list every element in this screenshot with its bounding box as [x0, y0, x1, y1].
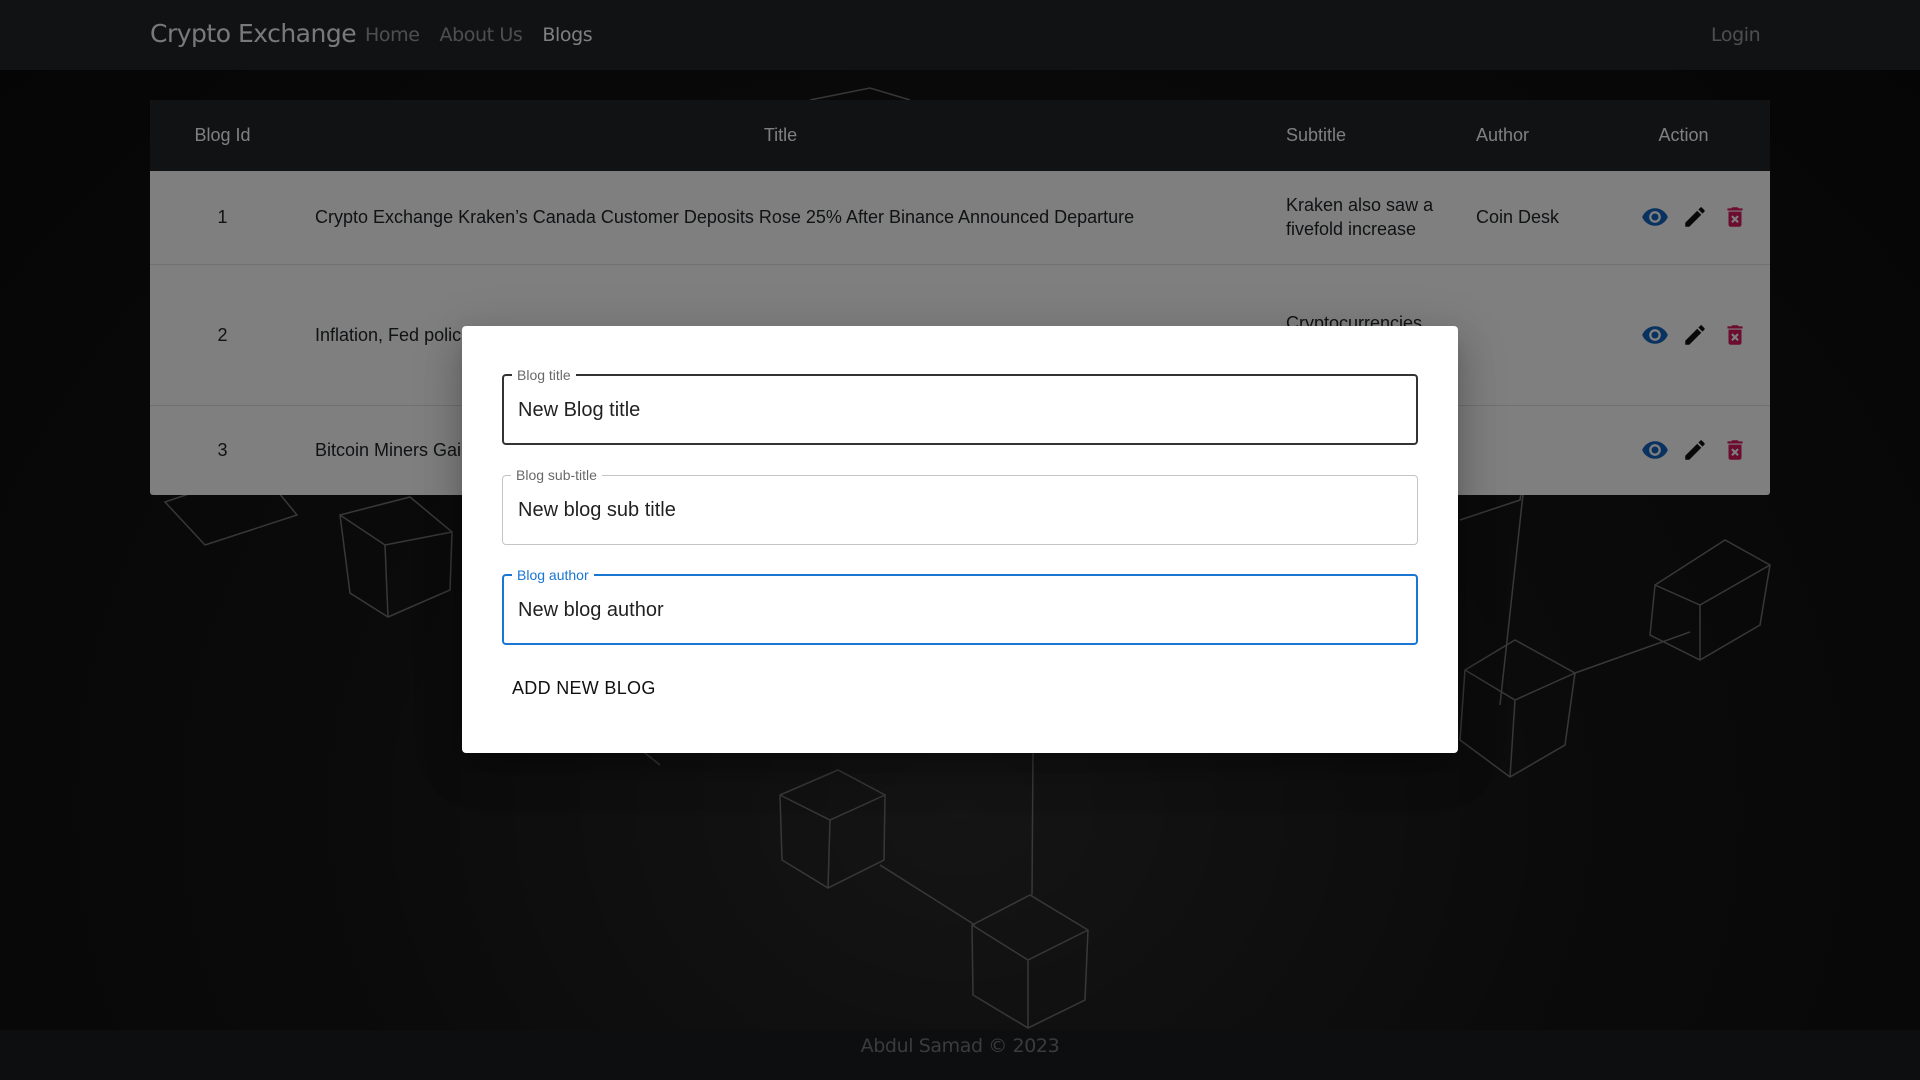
blog-subtitle-field: Blog sub-title — [502, 467, 1418, 545]
blog-title-label: Blog title — [517, 367, 571, 383]
blog-title-field: Blog title — [502, 367, 1418, 445]
blog-title-input[interactable] — [518, 395, 1388, 425]
blog-subtitle-input[interactable] — [518, 495, 1388, 525]
blog-author-label: Blog author — [517, 567, 589, 583]
add-new-blog-button[interactable]: ADD NEW BLOG — [500, 672, 668, 705]
blog-author-field: Blog author — [502, 567, 1418, 645]
blog-author-input[interactable] — [518, 595, 1388, 625]
blog-subtitle-label: Blog sub-title — [516, 467, 597, 483]
